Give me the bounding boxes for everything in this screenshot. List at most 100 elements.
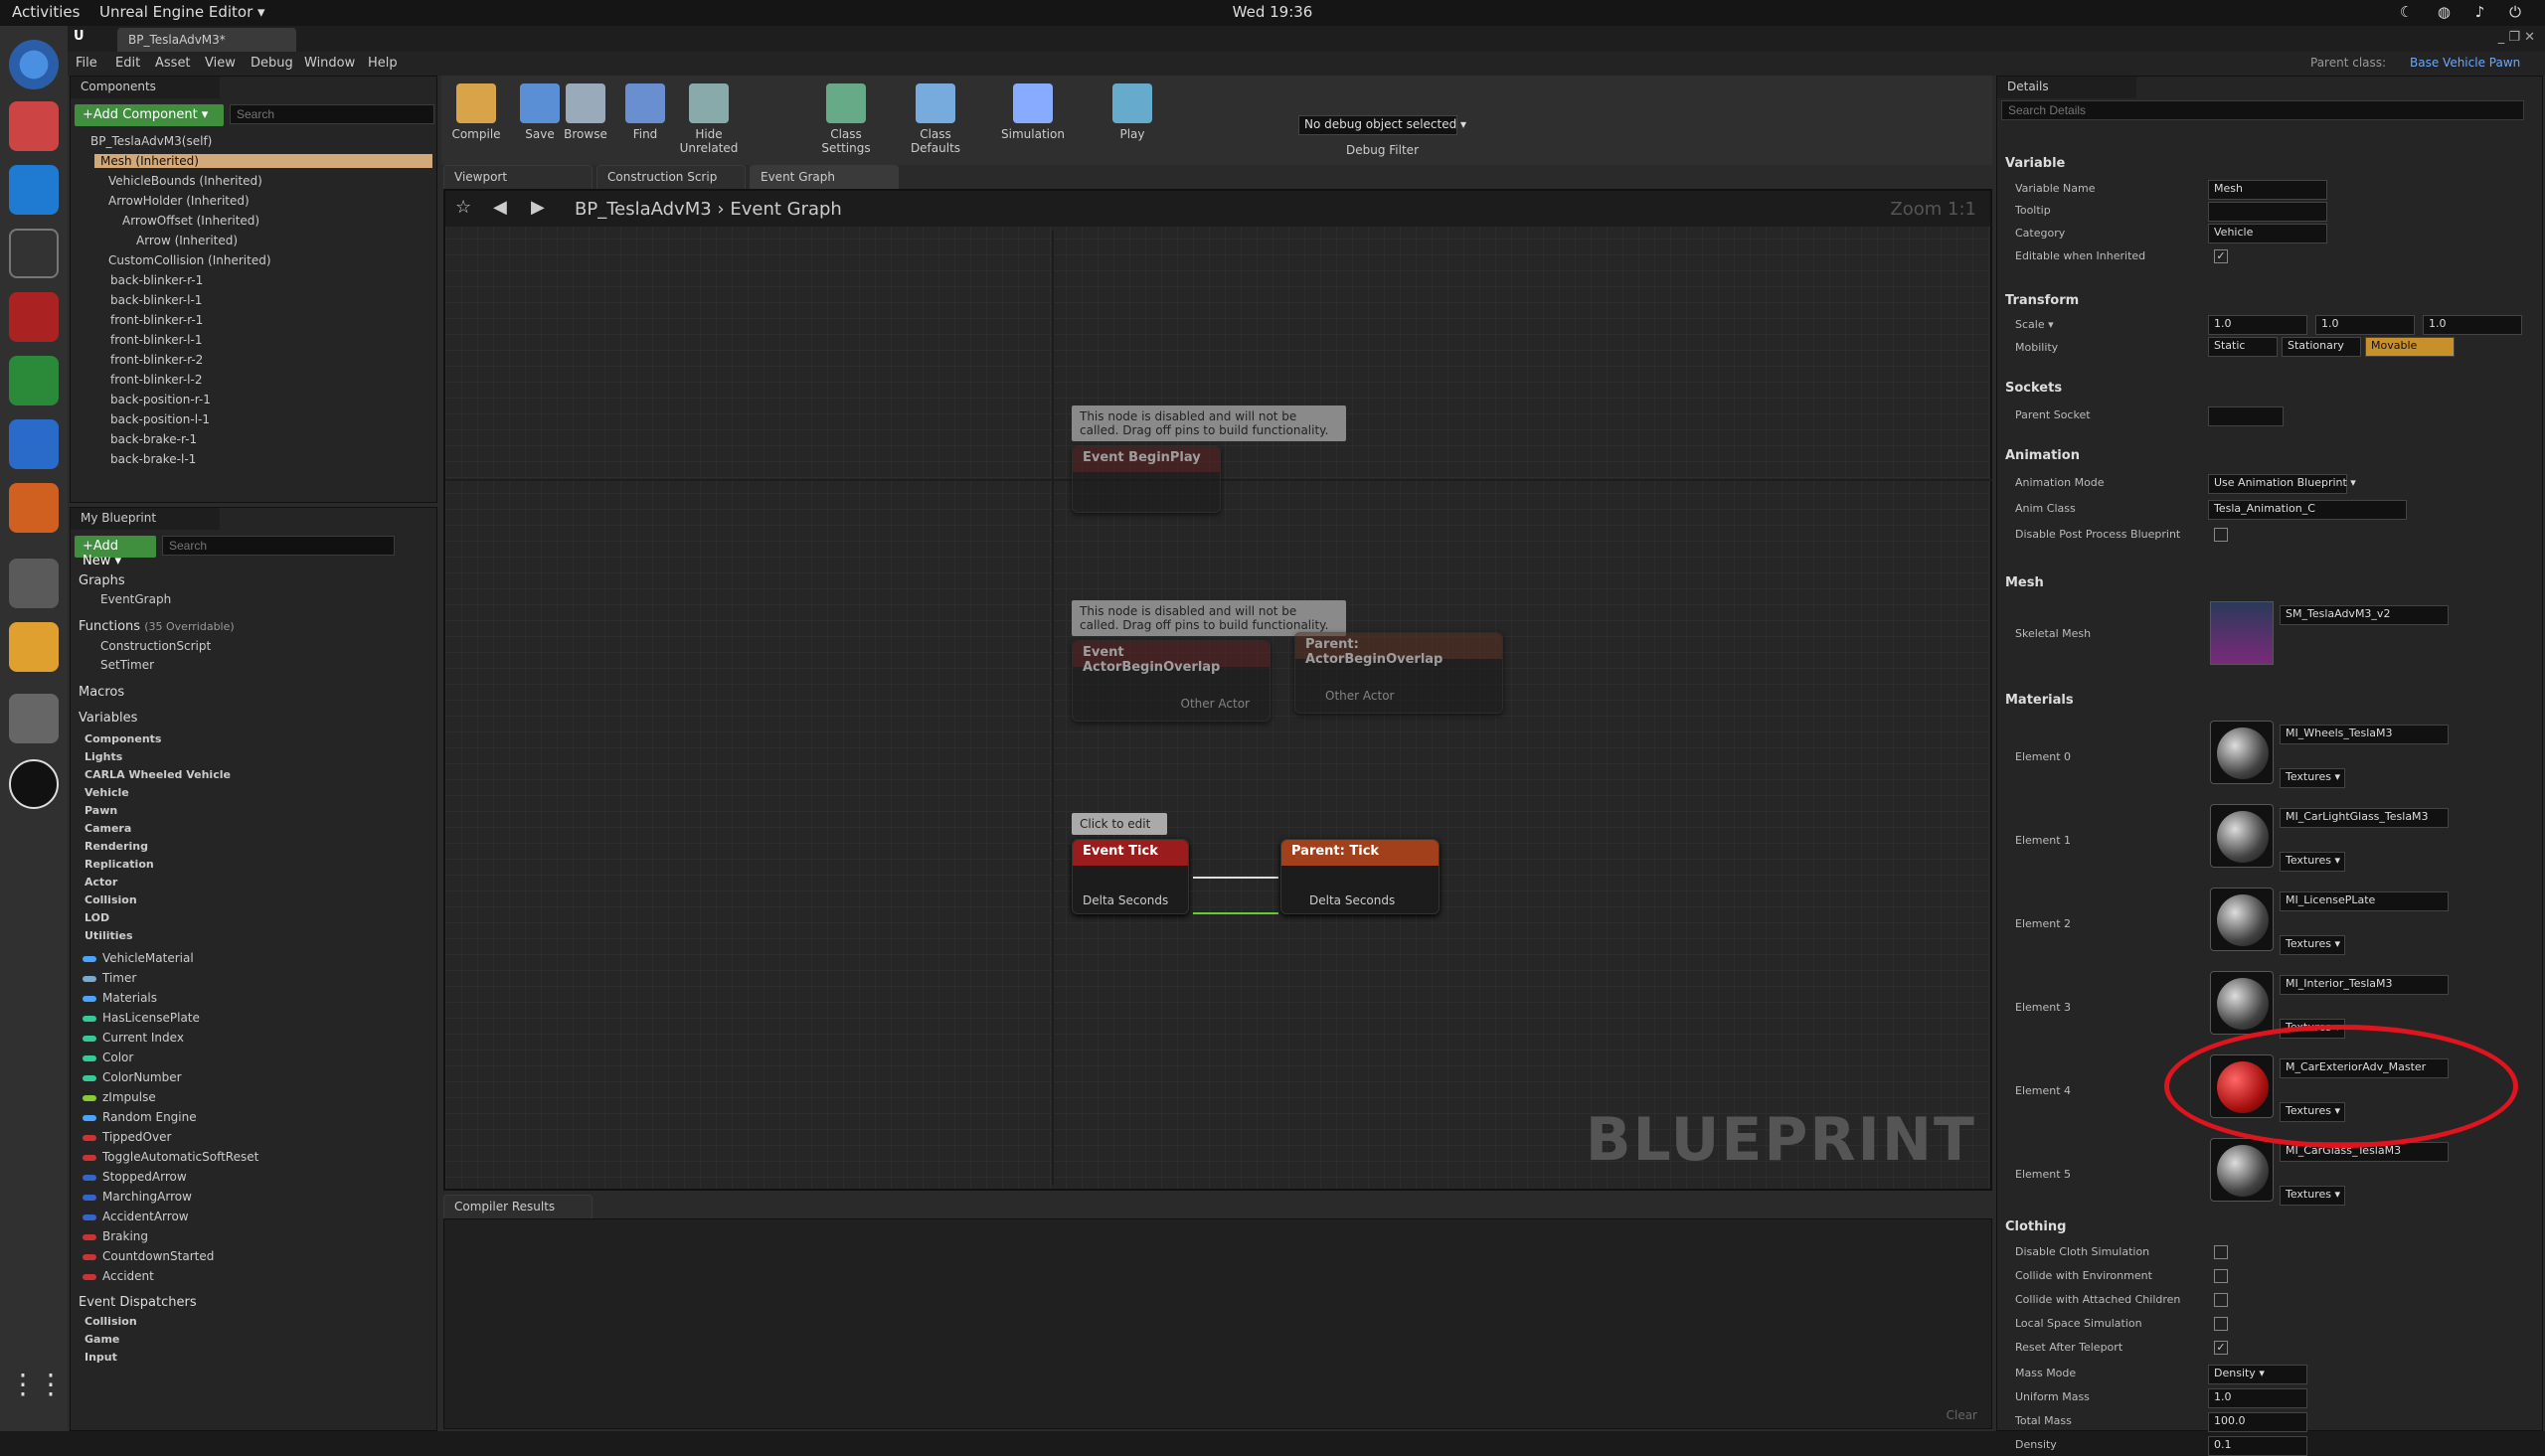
dispatcher-category[interactable]: Input [85,1351,117,1364]
component-item[interactable]: ArrowOffset (Inherited) [122,214,259,228]
animation-mode-select[interactable]: Use Animation Blueprint ▾ [2208,474,2356,494]
variable-category[interactable]: Lights [85,750,122,763]
uniform-mass-field[interactable]: 1.0 [2208,1388,2307,1408]
total-mass-field[interactable]: 100.0 [2208,1412,2307,1432]
variable-category[interactable]: LOD [85,911,109,924]
variable-item[interactable]: Color [83,1051,133,1064]
menu-help[interactable]: Help [368,56,398,71]
details-search-input[interactable] [2001,100,2524,120]
clothing-disable-cloth-checkbox[interactable] [2214,1245,2228,1259]
terminal-icon[interactable] [9,229,59,278]
variable-category[interactable]: Replication [85,858,154,871]
tab-compiler-results[interactable]: Compiler Results [443,1195,593,1218]
material-thumbnail[interactable] [2210,804,2274,868]
editable-checkbox[interactable]: ✓ [2214,249,2228,263]
add-component-button[interactable]: +Add Component ▾ [75,104,224,126]
mobility-movable[interactable]: Movable [2365,337,2455,357]
editor-icon[interactable] [9,622,59,672]
textures-dropdown[interactable]: Textures ▾ [2280,852,2345,872]
favorite-icon[interactable]: ☆ [455,197,471,218]
variable-category[interactable]: CARLA Wheeled Vehicle [85,768,231,781]
scale-z-field[interactable]: 1.0 [2423,315,2522,335]
blueprint-search-input[interactable] [162,536,395,556]
writer-icon[interactable] [9,419,59,469]
spreadsheet-icon[interactable] [9,356,59,405]
doc-tab[interactable]: BP_TeslaAdvM3* [117,28,296,52]
materials-section[interactable]: Materials [2005,693,2074,708]
toolbar-compile-button[interactable]: Compile [441,76,511,159]
material-thumbnail[interactable] [2210,1138,2274,1202]
disabled-node-comment[interactable]: This node is disabled and will not be ca… [1072,405,1346,441]
textures-dropdown[interactable]: Textures ▾ [2280,1186,2345,1206]
menu-asset[interactable]: Asset [155,56,191,71]
function-item[interactable]: SetTimer [100,658,154,672]
category-select[interactable]: Vehicle [2208,224,2327,243]
material-select[interactable]: MI_Wheels_TeslaM3 [2280,725,2449,744]
clock[interactable]: Wed 19:36 [1233,3,1313,21]
dispatcher-category[interactable]: Game [85,1333,119,1346]
settings-icon[interactable] [9,559,59,608]
tab-viewport[interactable]: Viewport [443,165,593,189]
clothing-reset-teleport-checkbox[interactable]: ✓ [2214,1341,2228,1355]
window-controls[interactable]: _ ❐ ✕ [2498,30,2535,45]
show-apps-icon[interactable]: ⋮⋮ [9,1368,65,1417]
component-item[interactable]: front-blinker-l-1 [110,333,202,347]
component-item[interactable]: CustomCollision (Inherited) [108,253,271,267]
component-item[interactable]: front-blinker-r-2 [110,353,203,367]
toolbar-simulation-button[interactable]: Simulation [998,76,1068,159]
disable-postprocess-checkbox[interactable] [2214,528,2228,542]
variable-item[interactable]: StoppedArrow [83,1170,187,1184]
node-event-tick[interactable]: Event Tick Delta Seconds [1072,839,1189,914]
menu-window[interactable]: Window [304,56,355,71]
vscode-icon[interactable] [9,165,59,215]
menu-view[interactable]: View [205,56,236,71]
variable-item[interactable]: Braking [83,1229,148,1243]
variable-category[interactable]: Utilities [85,929,133,942]
mobility-static[interactable]: Static [2208,337,2278,357]
component-item[interactable]: back-position-l-1 [110,412,210,426]
component-item[interactable]: front-blinker-l-2 [110,373,202,387]
variable-category[interactable]: Components [85,732,161,745]
component-item[interactable]: VehicleBounds (Inherited) [108,174,262,188]
material-select[interactable]: MI_LicensePLate [2280,891,2449,911]
function-item[interactable]: ConstructionScript [100,639,211,653]
clothing-local-space-checkbox[interactable] [2214,1317,2228,1331]
node-event-actorbeginoverlap[interactable]: Event ActorBeginOverlap Other Actor [1072,640,1271,722]
variable-item[interactable]: VehicleMaterial [83,951,194,965]
component-item[interactable]: back-brake-r-1 [110,432,197,446]
details-tab[interactable]: Details [1997,77,2136,98]
variable-category[interactable]: Collision [85,893,137,906]
my-blueprint-tab[interactable]: My Blueprint [71,508,220,530]
impress-icon[interactable] [9,483,59,533]
material-thumbnail[interactable] [2210,888,2274,951]
app-menu[interactable]: Unreal Engine Editor ▾ [99,3,265,21]
tooltip-field[interactable] [2208,202,2327,222]
variable-item[interactable]: ColorNumber [83,1070,182,1084]
material-thumbnail[interactable] [2210,721,2274,784]
textures-dropdown[interactable]: Textures ▾ [2280,768,2345,788]
animation-section[interactable]: Animation [2005,448,2080,463]
variable-item[interactable]: Timer [83,971,136,985]
variables-header[interactable]: Variables [79,711,137,726]
component-self[interactable]: BP_TeslaAdvM3(self) [90,134,212,148]
variable-item[interactable]: CountdownStarted [83,1249,214,1263]
mobility-stationary[interactable]: Stationary [2282,337,2361,357]
clear-button[interactable]: Clear [1947,1408,1977,1422]
scale-y-field[interactable]: 1.0 [2315,315,2415,335]
transform-section[interactable]: Transform [2005,293,2079,308]
macros-header[interactable]: Macros [79,685,124,700]
node-parent-tick[interactable]: Parent: Tick Delta Seconds [1280,839,1440,914]
material-thumbnail[interactable] [2210,971,2274,1035]
component-item[interactable]: front-blinker-r-1 [110,313,203,327]
toolbar-class-settings-button[interactable]: Class Settings [811,76,881,159]
variable-category[interactable]: Rendering [85,840,148,853]
variable-item[interactable]: Materials [83,991,157,1005]
disabled-node-comment[interactable]: This node is disabled and will not be ca… [1072,600,1346,636]
app-red-icon[interactable] [9,292,59,342]
clothing-section[interactable]: Clothing [2005,1219,2066,1234]
variable-item[interactable]: Current Index [83,1031,184,1045]
system-tray[interactable]: ☾ ◍ ♪ ⏻ [2400,3,2531,21]
variable-item[interactable]: HasLicensePlate [83,1011,200,1025]
tab-event-graph[interactable]: Event Graph [750,165,899,189]
chromium-icon[interactable] [9,40,59,89]
